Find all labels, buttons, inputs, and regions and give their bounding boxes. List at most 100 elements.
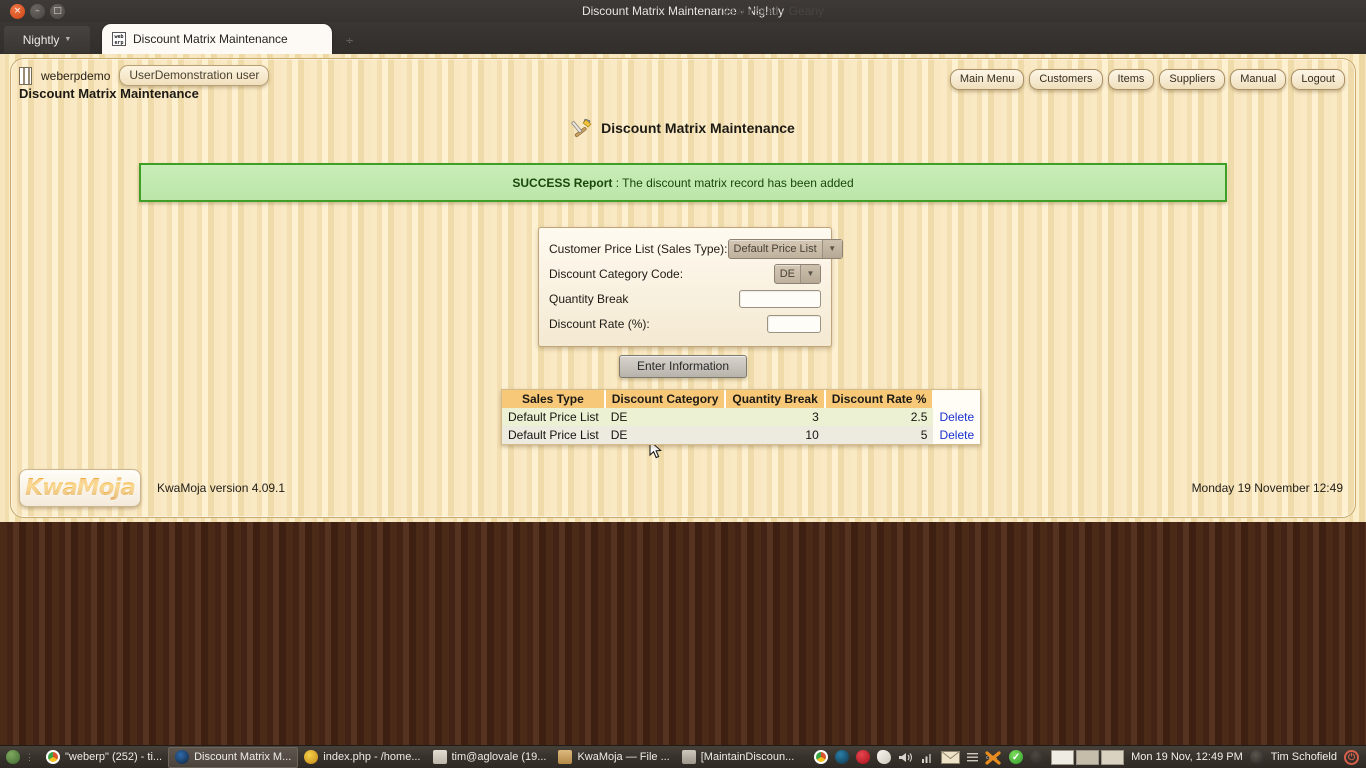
form-row-quantity-break: Quantity Break [549, 286, 821, 311]
status-banner-text: SUCCESS Report : The discount matrix rec… [512, 175, 854, 190]
window-controls: × – □ [10, 3, 65, 19]
form-row-discount-category: Discount Category Code: DE ▼ [549, 261, 821, 286]
username-label[interactable]: Tim Schofield [1271, 751, 1337, 763]
close-icon: × [13, 5, 22, 16]
minimize-window-button[interactable]: – [30, 3, 45, 19]
date-text: Monday 19 November 12:49 [1191, 481, 1343, 495]
page-heading-text: Discount Matrix Maintenance [601, 120, 795, 136]
taskbar-item-firefox[interactable]: "weberp" (252) - ti... [40, 747, 168, 768]
version-text: KwaMoja version 4.09.1 [157, 481, 286, 495]
dropbox-tray-icon[interactable] [877, 750, 892, 764]
window-icon [681, 750, 696, 764]
nav-suppliers[interactable]: Suppliers [1159, 69, 1226, 90]
browser-tray-icon[interactable] [835, 750, 850, 764]
th-discount-category: Discount Category [604, 390, 727, 408]
table-header-row: Sales Type Discount Category Quantity Br… [502, 390, 981, 408]
table-row: Default Price List DE 10 5 Delete [502, 426, 981, 444]
nav-customers[interactable]: Customers [1029, 69, 1103, 90]
chrome-tray-icon[interactable] [814, 750, 829, 764]
avatar[interactable] [1249, 750, 1264, 764]
kwamoja-logo-text: KwaMoja [25, 475, 136, 501]
dark-circle-icon[interactable] [1030, 750, 1045, 764]
chrome-icon [46, 750, 60, 764]
delete-link[interactable]: Delete [939, 410, 974, 424]
taskbar-item-geany[interactable]: index.php - /home... [298, 747, 426, 768]
taskbar-item-label: [MaintainDiscoun... [700, 751, 795, 763]
submit-row: Enter Information [11, 355, 1355, 378]
cell-sales-type: Default Price List [502, 408, 605, 426]
cell-discount-rate: 5 [824, 426, 934, 444]
table-row: Default Price List DE 3 2.5 Delete [502, 408, 981, 426]
status-badge: SUCCESS Report [512, 175, 613, 190]
status-message: The discount matrix record has been adde… [622, 175, 854, 190]
nav-manual[interactable]: Manual [1230, 69, 1287, 90]
taskbar-handle-icon[interactable]: ⋮ [25, 752, 34, 763]
taskbar-item-label: "weberp" (252) - ti... [65, 751, 163, 763]
maximize-window-button[interactable]: □ [50, 3, 65, 19]
taskbar-item-maintain-discount[interactable]: [MaintainDiscoun... [676, 747, 801, 768]
cell-discount-category: DE [604, 408, 726, 426]
label-discount-rate: Discount Rate (%): [549, 316, 650, 331]
browser-window: × – □ Discount Matrix Maintenance - Nigh… [0, 0, 1366, 522]
terminal-icon [432, 750, 447, 764]
network-icon[interactable] [921, 751, 934, 764]
page-viewport: weberpdemo UserDemonstration user Discou… [0, 54, 1366, 522]
form-row-discount-rate: Discount Rate (%): [549, 311, 821, 336]
select-discount-category-code[interactable]: DE ▼ [773, 263, 821, 284]
app-menu-button[interactable]: Nightly ▼ [4, 26, 90, 53]
menu-icon[interactable] [967, 752, 979, 763]
discount-matrix-table-wrapper: Sales Type Discount Category Quantity Br… [501, 389, 982, 445]
database-name: weberpdemo [41, 68, 111, 83]
discount-form: Customer Price List (Sales Type): Defaul… [538, 227, 843, 347]
window-title: Discount Matrix Maintenance - Nightly [581, 4, 785, 18]
workspace-1[interactable] [1051, 749, 1075, 765]
discount-rate-input[interactable] [767, 314, 821, 333]
geany-icon [304, 750, 319, 764]
form-row-price-list: Customer Price List (Sales Type): Defaul… [549, 236, 843, 261]
th-actions [933, 390, 981, 408]
nav-logout[interactable]: Logout [1291, 69, 1345, 90]
enter-information-button[interactable]: Enter Information [618, 355, 748, 378]
cell-action: Delete [933, 426, 981, 444]
taskbar-item-discount-matrix[interactable]: Discount Matrix M... [168, 746, 299, 768]
folder-icon [558, 750, 573, 764]
top-navigation: Main Menu Customers Items Suppliers Manu… [949, 69, 1345, 90]
delete-link[interactable]: Delete [939, 428, 974, 442]
taskbar-item-files[interactable]: KwaMoja — File ... [552, 747, 675, 768]
current-user-badge: UserDemonstration user [119, 65, 270, 86]
th-sales-type: Sales Type [502, 390, 606, 408]
nightly-icon [175, 750, 190, 764]
table-header: Sales Type Discount Category Quantity Br… [502, 390, 981, 408]
quantity-break-input[interactable] [739, 289, 821, 308]
nav-items[interactable]: Items [1107, 69, 1155, 90]
workspace-switcher [1051, 749, 1125, 765]
chevron-down-icon: ▼ [800, 264, 820, 283]
taskbar-item-terminal[interactable]: tim@aglovale (19... [427, 747, 553, 768]
select-customer-price-list-value: Default Price List [733, 242, 817, 255]
tools-icon [571, 118, 592, 138]
cell-sales-type: Default Price List [502, 426, 605, 444]
workspace-2[interactable] [1076, 749, 1100, 765]
clock[interactable]: Mon 19 Nov, 12:49 PM [1131, 751, 1243, 763]
taskbar-item-label: tim@aglovale (19... [451, 751, 547, 763]
volume-icon[interactable] [898, 751, 914, 764]
update-icon[interactable]: ckck [985, 750, 1002, 765]
close-window-button[interactable]: × [10, 3, 25, 19]
page-title: Discount Matrix Maintenance [19, 86, 199, 101]
database-book-icon [19, 66, 32, 85]
discount-matrix-table: Sales Type Discount Category Quantity Br… [502, 390, 981, 444]
workspace-3[interactable] [1101, 749, 1125, 765]
taskbar: ⋮ "weberp" (252) - ti... Discount Matrix… [0, 745, 1366, 768]
cell-quantity-break: 10 [725, 426, 825, 444]
mail-icon[interactable] [941, 750, 961, 764]
opera-tray-icon[interactable] [856, 750, 871, 764]
nav-main-menu[interactable]: Main Menu [949, 69, 1025, 90]
new-tab-icon[interactable]: ÷ [346, 35, 353, 47]
power-icon[interactable]: ⏻ [1344, 749, 1359, 765]
browser-tab-active[interactable]: web erp Discount Matrix Maintenance [102, 24, 332, 54]
show-desktop-button[interactable]: ⋮ [0, 747, 40, 768]
cell-quantity-break: 3 [725, 408, 825, 426]
select-customer-price-list[interactable]: Default Price List ▼ [727, 238, 843, 259]
browser-tab-label: Discount Matrix Maintenance [133, 32, 288, 46]
checkmark-icon[interactable]: ✓ [1009, 750, 1024, 764]
